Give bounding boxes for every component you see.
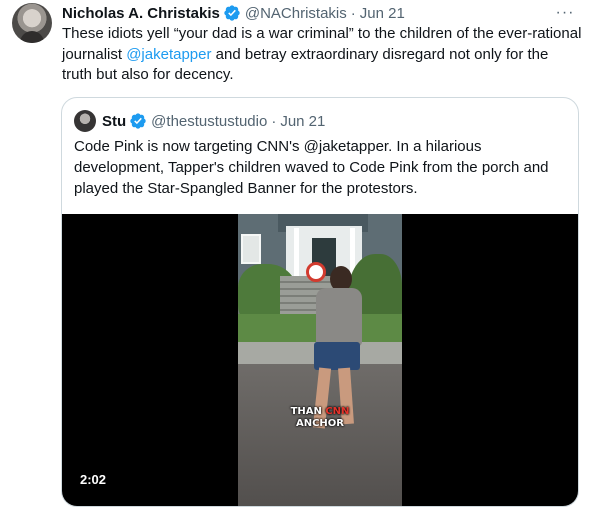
- quoted-author-avatar[interactable]: [74, 110, 96, 132]
- verified-badge-icon: [130, 113, 146, 129]
- video-duration: 2:02: [74, 470, 113, 489]
- video-player[interactable]: THAN CNN ANCHOR 2:02: [62, 214, 578, 506]
- tweet-date[interactable]: Jun 21: [360, 5, 405, 22]
- quoted-author-name[interactable]: Stu: [102, 113, 126, 130]
- tweet-text: These idiots yell “your dad is a war cri…: [62, 24, 582, 86]
- caption-line2-text: ANCHOR: [295, 418, 345, 429]
- tweet-header: Nicholas A. Christakis @NAChristakis · J…: [62, 2, 405, 24]
- video-frame[interactable]: THAN CNN ANCHOR: [238, 214, 402, 506]
- video-caption: THAN CNN ANCHOR: [238, 406, 402, 430]
- separator-dot: ·: [271, 112, 277, 130]
- quoted-tweet-header: Stu @thestustustudio · Jun 21: [74, 110, 325, 132]
- tweet[interactable]: Nicholas A. Christakis @NAChristakis · J…: [0, 0, 597, 507]
- caption-highlight: CNN: [325, 406, 350, 417]
- caption-line1-text: THAN: [290, 406, 326, 417]
- author-handle[interactable]: @NAChristakis: [245, 5, 347, 22]
- quoted-tweet-date[interactable]: Jun 21: [280, 113, 325, 130]
- separator-dot: ·: [350, 4, 356, 22]
- author-name[interactable]: Nicholas A. Christakis: [62, 5, 220, 22]
- verified-badge-icon: [224, 5, 240, 21]
- author-avatar[interactable]: [12, 3, 52, 43]
- quoted-tweet[interactable]: Stu @thestustustudio · Jun 21 Code Pink …: [61, 97, 579, 507]
- mention-link[interactable]: @jaketapper: [126, 46, 211, 63]
- quoted-author-handle[interactable]: @thestustustudio: [151, 113, 267, 130]
- more-options-icon[interactable]: ···: [555, 3, 575, 23]
- quoted-tweet-text: Code Pink is now targeting CNN's @jaketa…: [74, 138, 549, 197]
